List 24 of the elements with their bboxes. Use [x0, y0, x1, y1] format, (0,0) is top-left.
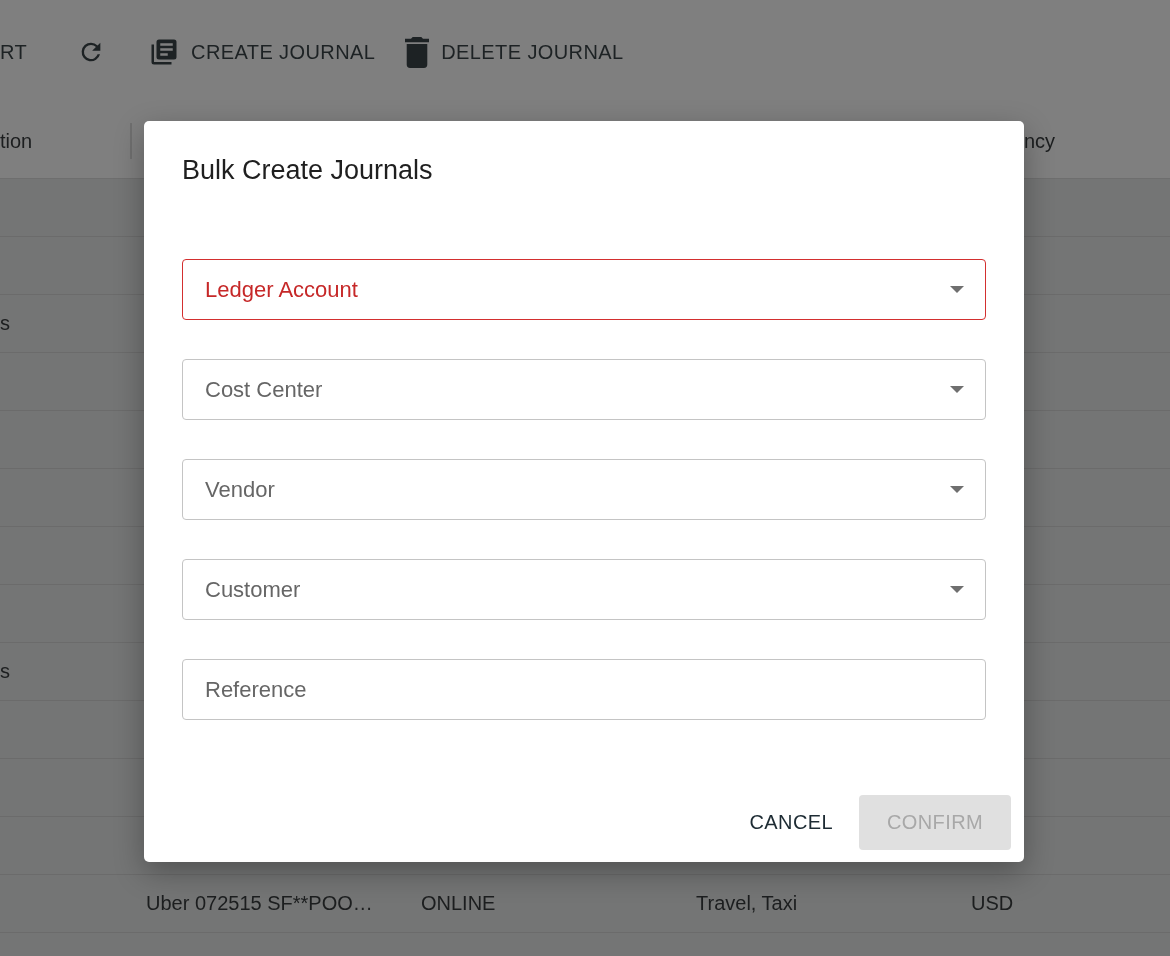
- table-cell: USD: [971, 892, 1014, 914]
- select-field[interactable]: Ledger Account: [182, 259, 986, 320]
- dialog-title: Bulk Create Journals: [182, 154, 434, 186]
- dropdown-caret-icon: [950, 286, 964, 293]
- create-journal-button[interactable]: CREATE JOURNAL: [149, 37, 376, 67]
- delete-journal-button[interactable]: DELETE JOURNAL: [405, 36, 624, 68]
- select-field[interactable]: Vendor: [182, 459, 986, 520]
- table-cell: Uber 072515 SF**POO…: [146, 892, 373, 914]
- dropdown-caret-icon: [950, 486, 964, 493]
- column-header: tion: [0, 129, 33, 153]
- input-field[interactable]: Reference: [182, 659, 986, 720]
- table-cell: s: [0, 312, 10, 334]
- table-cell: s: [0, 660, 10, 682]
- dropdown-caret-icon: [950, 586, 964, 593]
- table-cell: Travel, Taxi: [696, 892, 798, 914]
- stacked-pages-icon: [149, 37, 180, 67]
- column-header: ncy: [1024, 129, 1056, 152]
- dialog-button[interactable]: CANCEL: [735, 795, 847, 850]
- select-field[interactable]: Cost Center: [182, 359, 986, 420]
- dropdown-caret-icon: [950, 386, 964, 393]
- select-field[interactable]: Customer: [182, 559, 986, 620]
- table-cell: ONLINE: [421, 892, 496, 914]
- trash-icon: [405, 36, 430, 68]
- toolbar-button[interactable]: RT: [0, 40, 28, 64]
